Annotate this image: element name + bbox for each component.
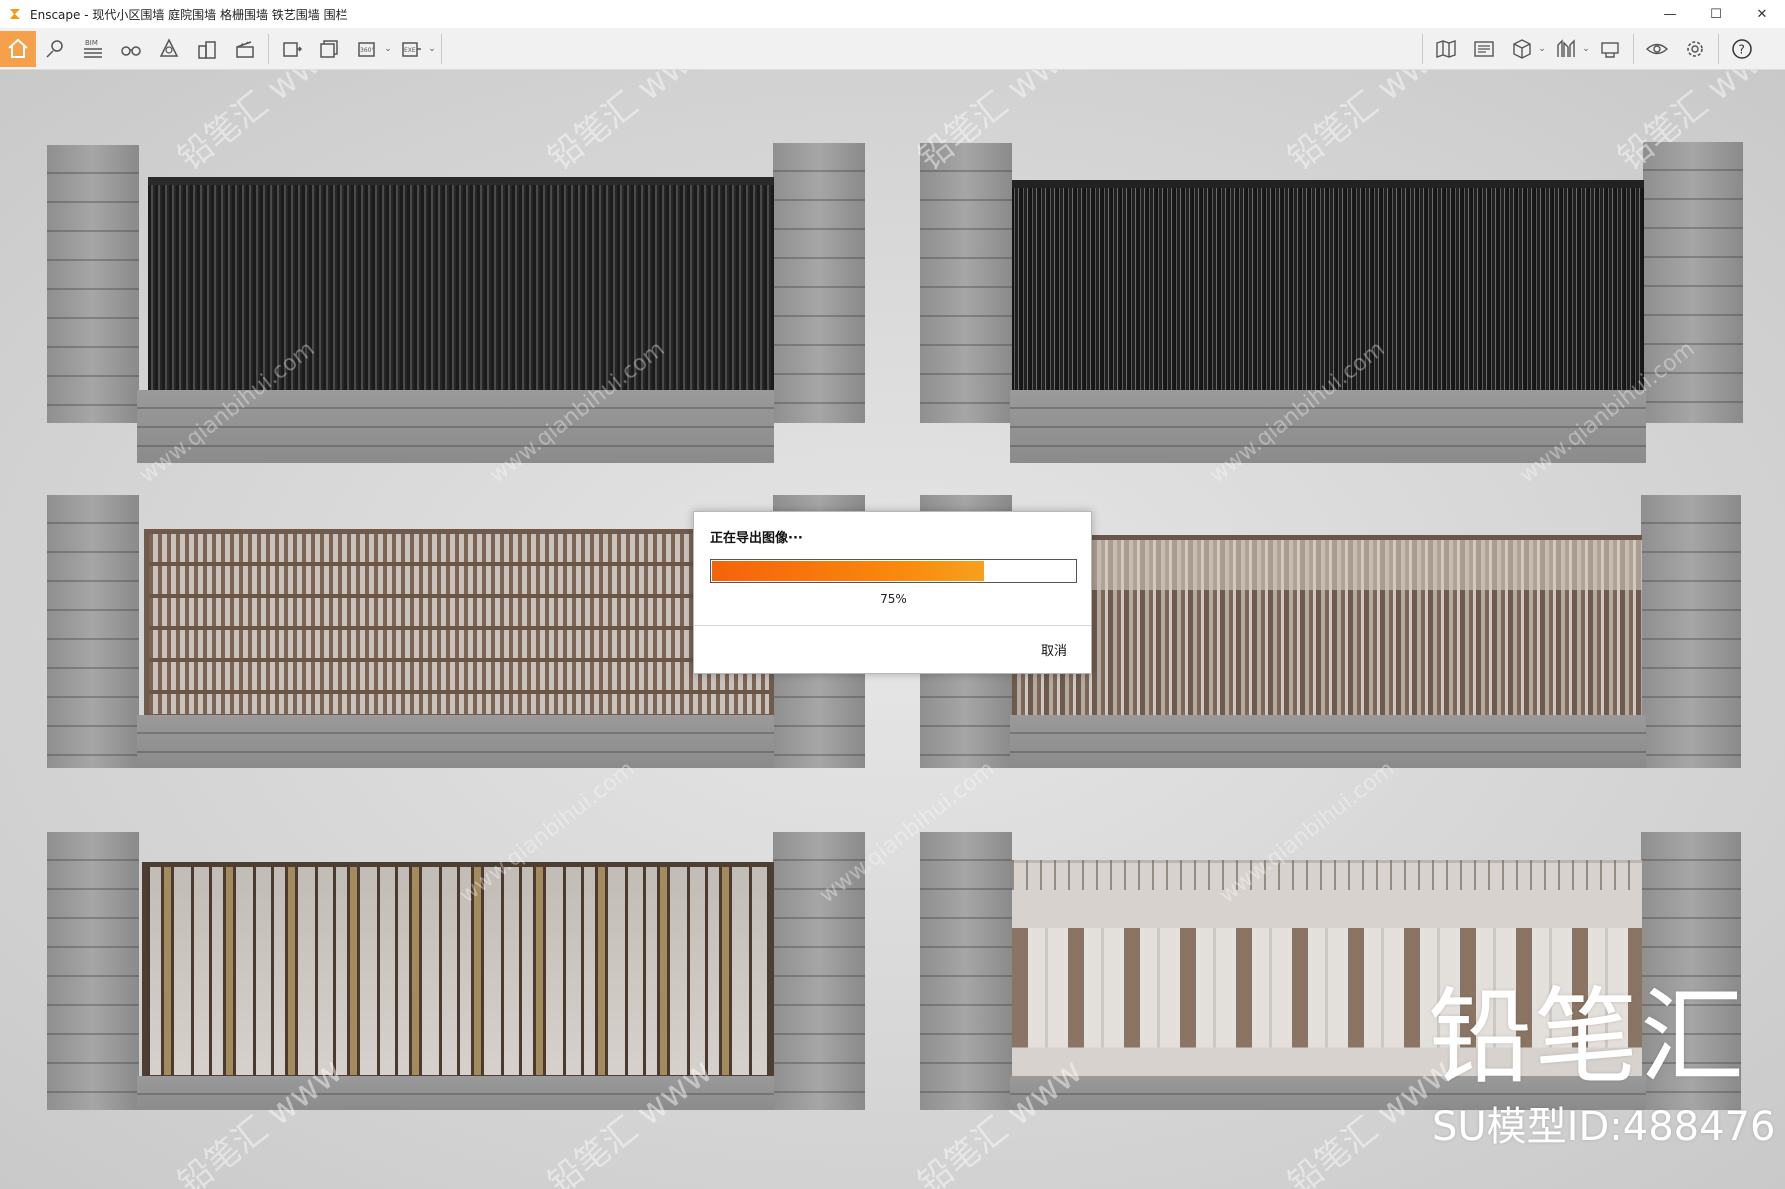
svg-text:EXE: EXE <box>404 47 416 54</box>
help-icon: ? <box>1732 39 1752 59</box>
stone-base <box>1010 715 1646 768</box>
batch-render-button[interactable] <box>311 30 349 68</box>
buildings-icon <box>198 41 216 59</box>
toolbar: BIM 360° ⌄ EXE ⌄ ⌄ ⌄ ? <box>0 28 1785 90</box>
toolbar-separator <box>1422 34 1423 64</box>
fence-panel <box>144 529 774 719</box>
binoculars-icon <box>121 46 141 56</box>
stone-pillar <box>773 143 865 423</box>
cube-button[interactable] <box>1503 30 1541 68</box>
model-id-label: SU模型ID:488476 <box>1432 1104 1776 1150</box>
fence-panel <box>1012 180 1644 392</box>
toolbar-separator <box>268 34 269 64</box>
video-editor-button[interactable] <box>226 30 264 68</box>
place-marker-button[interactable] <box>36 30 74 68</box>
place-marker-icon <box>46 40 63 58</box>
asset-library-button[interactable] <box>150 30 188 68</box>
toolbar-separator <box>441 34 442 64</box>
toolbar-left-group: BIM 360° ⌄ EXE ⌄ <box>0 28 446 70</box>
settings-button[interactable] <box>1676 30 1714 68</box>
brand-watermark: 铅笔汇 <box>1428 976 1747 1098</box>
stone-pillar <box>920 832 1012 1110</box>
bim-icon: BIM <box>84 39 102 58</box>
watermark-text: 铅笔汇 www <box>540 70 720 179</box>
panorama-button[interactable]: 360° <box>349 30 387 68</box>
batch-render-icon <box>320 40 338 58</box>
collaboration-button[interactable] <box>1591 30 1629 68</box>
asset-library-icon <box>159 38 179 57</box>
screenshot-button[interactable] <box>273 30 311 68</box>
watermark-text: 铅笔汇 www <box>170 70 350 179</box>
toolbar-right-group: ⌄ ⌄ ? <box>1418 28 1761 70</box>
help-button[interactable]: ? <box>1723 30 1761 68</box>
progress-bar <box>710 559 1077 583</box>
enscape-logo-icon <box>6 5 24 23</box>
cancel-button[interactable]: 取消 <box>1041 640 1067 659</box>
window-controls: — ☐ ✕ <box>1647 0 1785 28</box>
export-exe-icon: EXE <box>402 42 421 57</box>
dialog-title: 正在导出图像··· <box>710 531 803 546</box>
screenshot-icon <box>283 42 303 57</box>
bim-button[interactable]: BIM <box>74 30 112 68</box>
stone-base <box>137 715 774 768</box>
svg-text:360°: 360° <box>360 47 374 54</box>
maximize-icon[interactable]: ☐ <box>1693 0 1739 28</box>
progress-bar-fill <box>712 561 984 581</box>
toolbar-separator <box>1718 34 1719 64</box>
progress-percentage: 75% <box>880 592 907 606</box>
buildings-button[interactable] <box>188 30 226 68</box>
title-bar: Enscape - 现代小区围墙 庭院围墙 格栅围墙 铁艺围墙 围栏 — ☐ ✕ <box>0 0 1785 28</box>
cube-icon <box>1513 39 1531 59</box>
material-editor-button[interactable] <box>1547 30 1585 68</box>
export-progress-dialog: 正在导出图像··· 75% 取消 <box>693 511 1092 674</box>
panorama-360-icon: 360° <box>358 42 375 57</box>
toolbar-separator <box>1633 34 1634 64</box>
window-title: Enscape - 现代小区围墙 庭院围墙 格栅围墙 铁艺围墙 围栏 <box>30 7 348 22</box>
settings-icon <box>1687 41 1703 57</box>
close-icon[interactable]: ✕ <box>1739 0 1785 28</box>
svg-text:BIM: BIM <box>85 39 98 47</box>
map-button[interactable] <box>1427 30 1465 68</box>
stone-pillar <box>47 145 139 423</box>
export-exe-button[interactable]: EXE <box>393 30 431 68</box>
minimize-icon[interactable]: — <box>1647 0 1693 28</box>
stone-pillar <box>920 143 1012 423</box>
fence-panel <box>142 862 774 1080</box>
video-editor-icon <box>236 41 254 58</box>
collaboration-icon <box>1601 42 1619 58</box>
watermark-text: 铅笔汇 www <box>1280 70 1460 179</box>
fence-panel <box>148 177 774 393</box>
fence-panel-top-rail <box>1012 860 1642 890</box>
view-management-icon <box>1474 41 1494 57</box>
stone-pillar <box>47 495 139 768</box>
home-icon <box>8 38 28 58</box>
dialog-divider <box>694 625 1091 626</box>
home-button[interactable] <box>0 31 36 67</box>
svg-text:?: ? <box>1739 43 1745 57</box>
material-editor-icon <box>1557 39 1575 57</box>
map-icon <box>1436 40 1456 58</box>
stone-pillar <box>47 832 139 1110</box>
visual-settings-button[interactable] <box>1638 30 1676 68</box>
stone-pillar <box>1641 495 1741 768</box>
fence-panel <box>1012 535 1642 719</box>
view-management-button[interactable] <box>1465 30 1503 68</box>
binoculars-button[interactable] <box>112 30 150 68</box>
visual-settings-icon <box>1645 43 1669 55</box>
